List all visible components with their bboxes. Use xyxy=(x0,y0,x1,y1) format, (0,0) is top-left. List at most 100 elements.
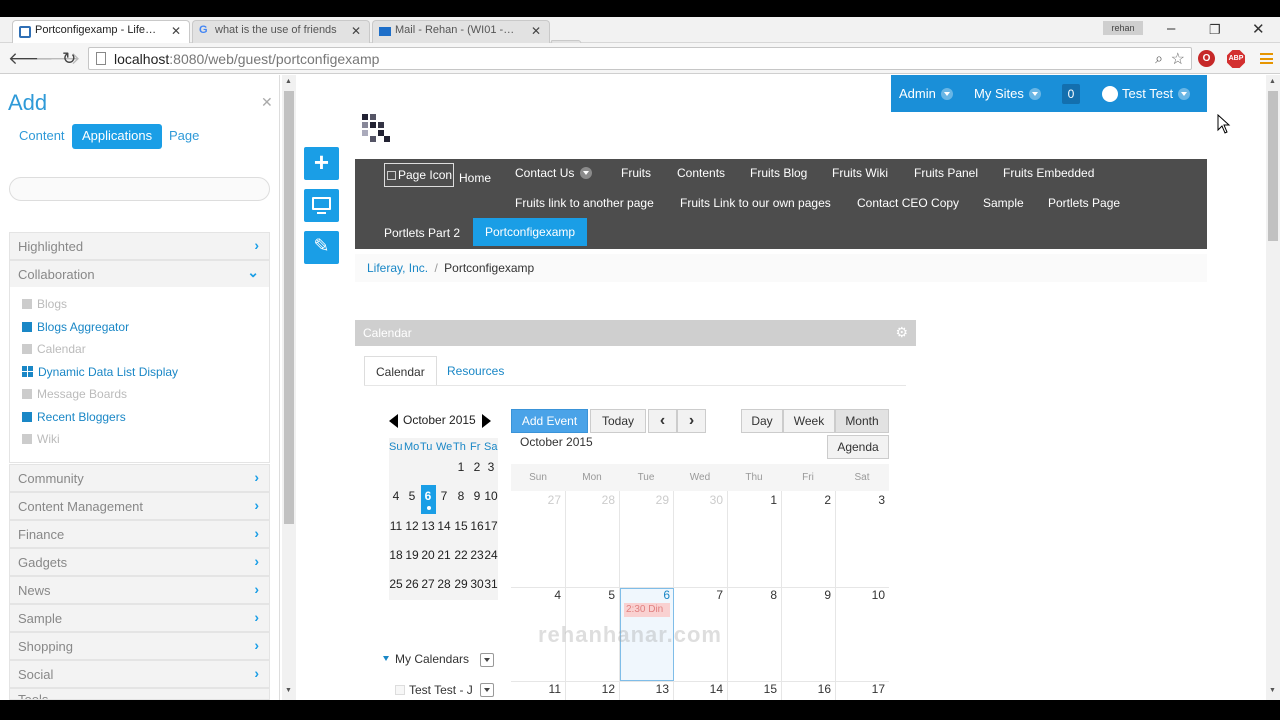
nav-fruits-panel[interactable]: Fruits Panel xyxy=(914,166,978,180)
month-day[interactable]: 14 xyxy=(673,682,723,696)
mini-day[interactable]: 3 xyxy=(483,460,499,474)
user-menu[interactable]: Test Test xyxy=(1122,86,1191,101)
nav-fruits-wiki[interactable]: Fruits Wiki xyxy=(832,166,888,180)
scroll-up-icon[interactable]: ▲ xyxy=(285,78,292,85)
my-calendars-menu-button[interactable] xyxy=(480,653,494,667)
day-view-button[interactable]: Day xyxy=(741,409,783,433)
admin-menu[interactable]: Admin xyxy=(899,86,953,101)
mini-day[interactable]: 28 xyxy=(436,577,452,591)
month-view-button[interactable]: Month xyxy=(835,409,889,433)
category-community[interactable]: Community › xyxy=(9,464,270,492)
week-view-button[interactable]: Week xyxy=(783,409,835,433)
application-search-input[interactable] xyxy=(9,177,270,201)
category-shopping[interactable]: Shopping › xyxy=(9,632,270,660)
mini-day[interactable]: 13 xyxy=(420,519,436,533)
scroll-up-icon[interactable]: ▲ xyxy=(1269,78,1276,85)
browser-tab-mail[interactable]: Mail - Rehan - (WI01 - BA ✕ xyxy=(372,20,550,43)
month-day[interactable]: 30 xyxy=(673,493,723,507)
reload-icon[interactable]: ↻ xyxy=(62,49,76,69)
month-day[interactable]: 16 xyxy=(781,682,831,696)
mini-day[interactable]: 26 xyxy=(404,577,420,591)
mini-day[interactable]: 7 xyxy=(436,489,452,503)
category-content-management[interactable]: Content Management › xyxy=(9,492,270,520)
month-day[interactable]: 1 xyxy=(727,493,777,507)
minimize-icon[interactable]: – xyxy=(1167,20,1175,37)
nav-portconfigexamp[interactable]: Portconfigexamp xyxy=(473,218,588,246)
tab-calendar[interactable]: Calendar xyxy=(364,356,437,386)
mini-day[interactable]: 20 xyxy=(420,548,436,562)
mini-day[interactable]: 21 xyxy=(436,548,452,562)
month-day[interactable]: 7 xyxy=(673,588,723,602)
mini-day[interactable]: 8 xyxy=(453,489,469,503)
mini-day[interactable]: 5 xyxy=(404,489,420,503)
my-sites-menu[interactable]: My Sites xyxy=(974,86,1041,101)
mini-day[interactable]: 24 xyxy=(483,548,499,562)
prev-button[interactable]: ‹ xyxy=(648,409,677,433)
month-day[interactable]: 15 xyxy=(727,682,777,696)
preview-icon[interactable] xyxy=(304,189,339,222)
month-day[interactable]: 17 xyxy=(835,682,885,696)
gear-icon[interactable]: ⚙ xyxy=(895,324,908,341)
calendar-entry[interactable]: Test Test - J xyxy=(409,683,473,697)
mini-prev-month-icon[interactable] xyxy=(389,414,398,428)
site-logo[interactable] xyxy=(360,112,392,145)
mini-day[interactable]: 17 xyxy=(483,519,499,533)
today-button[interactable]: Today xyxy=(590,409,646,433)
zoom-icon[interactable]: ⌕ xyxy=(1155,50,1163,67)
agenda-view-button[interactable]: Agenda xyxy=(827,435,889,459)
nav-fruits-embedded[interactable]: Fruits Embedded xyxy=(1003,166,1094,180)
month-day[interactable]: 11 xyxy=(511,682,561,696)
profile-badge[interactable]: rehan xyxy=(1103,21,1143,35)
mini-day[interactable]: 1 xyxy=(453,460,469,474)
app-blogs[interactable]: Blogs xyxy=(22,297,67,311)
breadcrumb-root-link[interactable]: Liferay, Inc. xyxy=(367,261,428,275)
mini-day[interactable]: 10 xyxy=(483,489,499,503)
month-day[interactable]: 27 xyxy=(511,493,561,507)
mini-day[interactable]: 18 xyxy=(388,548,404,562)
browser-tab-google[interactable]: G what is the use of friends ✕ xyxy=(192,20,370,43)
nav-fruits-link-own-pages[interactable]: Fruits Link to our own pages xyxy=(680,196,831,210)
tab-page[interactable]: Page xyxy=(159,124,209,149)
mini-day[interactable]: 12 xyxy=(404,519,420,533)
tab-resources[interactable]: Resources xyxy=(436,356,515,386)
category-social[interactable]: Social › xyxy=(9,660,270,688)
close-icon[interactable]: ✕ xyxy=(351,24,361,38)
edit-icon[interactable]: ✎ xyxy=(304,231,339,264)
url-bar[interactable]: localhost:8080/web/guest/portconfigexamp… xyxy=(88,47,1192,70)
month-day[interactable]: 5 xyxy=(565,588,615,602)
app-calendar[interactable]: Calendar xyxy=(22,342,86,356)
scroll-down-icon[interactable]: ▼ xyxy=(1269,687,1276,694)
calendar-entry-menu-button[interactable] xyxy=(480,683,494,697)
nav-portlets-part-2[interactable]: Portlets Part 2 xyxy=(384,226,460,240)
nav-fruits[interactable]: Fruits xyxy=(621,166,651,180)
scrollbar-thumb[interactable] xyxy=(284,91,294,524)
nav-contents[interactable]: Contents xyxy=(677,166,725,180)
browser-tab-liferay[interactable]: Portconfigexamp - Liferay ✕ xyxy=(12,20,190,43)
mini-day[interactable]: 31 xyxy=(483,577,499,591)
mini-day[interactable]: 27 xyxy=(420,577,436,591)
mini-day[interactable]: 22 xyxy=(453,548,469,562)
app-wiki[interactable]: Wiki xyxy=(22,432,60,446)
next-button[interactable]: › xyxy=(677,409,706,433)
mini-day[interactable]: 14 xyxy=(436,519,452,533)
month-day[interactable]: 9 xyxy=(781,588,831,602)
notification-count[interactable]: 0 xyxy=(1062,84,1080,104)
month-day[interactable]: 12 xyxy=(565,682,615,696)
nav-home[interactable]: Home xyxy=(459,171,491,185)
nav-contact-us[interactable]: Contact Us xyxy=(515,166,593,180)
month-day[interactable]: 2 xyxy=(781,493,831,507)
mini-day[interactable]: 15 xyxy=(453,519,469,533)
category-news[interactable]: News › xyxy=(9,576,270,604)
month-day-today[interactable]: 6 xyxy=(620,588,670,602)
nav-portlets-page[interactable]: Portlets Page xyxy=(1048,196,1120,210)
category-gadgets[interactable]: Gadgets › xyxy=(9,548,270,576)
mini-day[interactable]: 4 xyxy=(388,489,404,503)
nav-sample[interactable]: Sample xyxy=(983,196,1024,210)
category-finance[interactable]: Finance › xyxy=(9,520,270,548)
calendar-event[interactable]: 2:30 Din xyxy=(624,603,670,617)
page-scrollbar[interactable]: ▲ ▼ xyxy=(1266,75,1280,700)
mini-day[interactable]: 25 xyxy=(388,577,404,591)
category-sample[interactable]: Sample › xyxy=(9,604,270,632)
month-day[interactable]: 4 xyxy=(511,588,561,602)
add-icon[interactable]: + xyxy=(304,147,339,180)
